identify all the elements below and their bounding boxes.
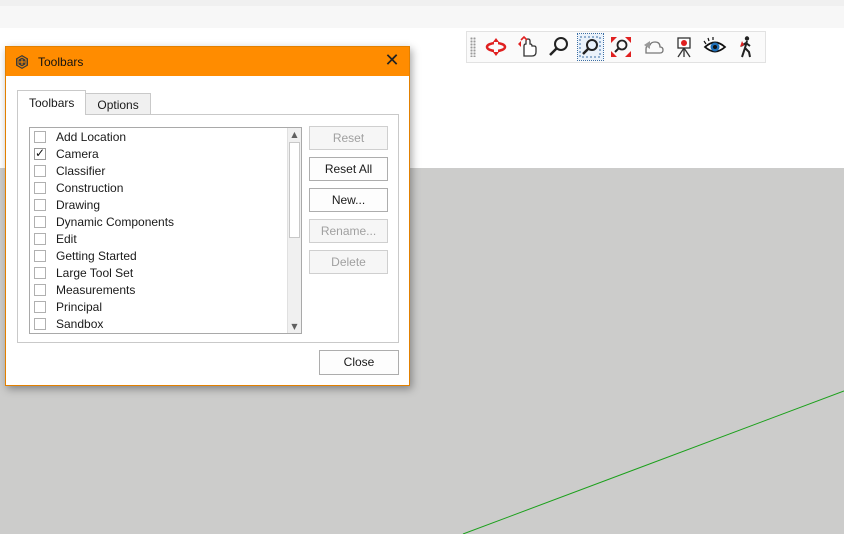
camera-toolbar: [466, 31, 766, 63]
list-item[interactable]: ✓ Camera: [30, 145, 301, 162]
new-toolbar-button[interactable]: New...: [309, 188, 388, 212]
list-item[interactable]: Measurements: [30, 281, 301, 298]
toolbar-checkbox[interactable]: [34, 300, 46, 313]
list-item-label: Dynamic Components: [56, 214, 175, 229]
orbit-icon: [486, 38, 507, 56]
list-item-label: Construction: [56, 180, 124, 195]
previous-view-button[interactable]: [640, 34, 665, 60]
zoom-icon: [549, 37, 568, 56]
list-item-label: Large Tool Set: [56, 265, 134, 280]
toolbar-grip[interactable]: [470, 37, 476, 57]
pan-icon: [517, 35, 537, 57]
list-item-label: Measurements: [56, 282, 136, 297]
list-item[interactable]: Sandbox: [30, 315, 301, 332]
toolbar-listbox[interactable]: Add Location ✓ Camera Classifier Constructio…: [29, 127, 302, 334]
list-item[interactable]: Construction: [30, 179, 301, 196]
scroll-down-arrow-icon[interactable]: ▼: [288, 320, 301, 333]
toolbar-checkbox[interactable]: ✓: [34, 145, 46, 160]
toolbar-checkbox[interactable]: [34, 317, 46, 330]
list-item[interactable]: Dynamic Components: [30, 213, 301, 230]
close-icon[interactable]: ✕: [382, 52, 402, 72]
look-around-icon: [703, 37, 727, 53]
toolbar-checkbox[interactable]: [34, 181, 46, 194]
dialog-tabs: Toolbars Options: [17, 90, 151, 115]
list-item-label: Principal: [56, 299, 103, 314]
tab-toolbars[interactable]: Toolbars: [17, 90, 87, 115]
list-scrollbar[interactable]: ▲ ▼: [287, 128, 301, 333]
list-item-label: Sandbox: [56, 316, 104, 331]
list-item-label: Classifier: [56, 163, 106, 178]
close-button[interactable]: Close: [319, 350, 399, 375]
previous-view-icon: [643, 41, 664, 54]
list-item[interactable]: Large Tool Set: [30, 264, 301, 281]
zoom-window-icon: [579, 36, 601, 58]
scroll-up-arrow-icon[interactable]: ▲: [288, 128, 301, 141]
toolbar-checkbox[interactable]: [34, 164, 46, 177]
list-item[interactable]: Drawing: [30, 196, 301, 213]
toolbar-list: Add Location ✓ Camera Classifier Constructio…: [30, 128, 301, 332]
reset-button[interactable]: Reset: [309, 126, 388, 150]
walk-button[interactable]: [734, 34, 759, 60]
position-camera-button[interactable]: [671, 34, 696, 60]
orbit-button[interactable]: [484, 34, 509, 60]
toolbar-checkbox[interactable]: [34, 266, 46, 279]
pan-button[interactable]: [515, 34, 540, 60]
toolbars-dialog: Toolbars ✕ Toolbars Options Add Location…: [5, 46, 410, 386]
dialog-title-bar[interactable]: Toolbars ✕: [6, 47, 409, 76]
position-camera-icon: [677, 37, 691, 58]
list-item-label: Add Location: [56, 129, 127, 144]
toolbar-checkbox[interactable]: [34, 198, 46, 211]
zoom-extents-button[interactable]: [609, 34, 634, 60]
delete-button[interactable]: Delete: [309, 250, 388, 274]
zoom-button[interactable]: [546, 34, 571, 60]
list-item[interactable]: Add Location: [30, 128, 301, 145]
toolbar-checkbox[interactable]: [34, 283, 46, 296]
check-mark-icon: ✓: [35, 145, 46, 160]
sketchup-app-icon: [16, 54, 28, 69]
dialog-title: Toolbars: [38, 54, 84, 69]
tab-options[interactable]: Options: [85, 93, 151, 115]
walk-icon: [740, 36, 752, 58]
toolbar-checkbox[interactable]: [34, 249, 46, 262]
toolbar-checkbox[interactable]: [34, 215, 46, 228]
list-item[interactable]: Getting Started: [30, 247, 301, 264]
toolbars-tab-panel: Add Location ✓ Camera Classifier Constructio…: [17, 114, 399, 343]
zoom-extents-icon: [611, 37, 632, 57]
zoom-window-button[interactable]: [576, 33, 604, 61]
list-item[interactable]: Classifier: [30, 162, 301, 179]
toolbar-checkbox[interactable]: [34, 232, 46, 245]
list-item[interactable]: Principal: [30, 298, 301, 315]
scrollbar-thumb[interactable]: [289, 142, 300, 238]
list-item-label: Drawing: [56, 197, 101, 212]
list-item-label: Getting Started: [56, 248, 137, 263]
toolbar-checkbox[interactable]: [34, 130, 46, 143]
look-around-button[interactable]: [702, 34, 727, 60]
list-item-label: Edit: [56, 231, 77, 246]
rename-button[interactable]: Rename...: [309, 219, 388, 243]
list-item[interactable]: Edit: [30, 230, 301, 247]
list-item-label: Camera: [56, 146, 99, 161]
reset-all-button[interactable]: Reset All: [309, 157, 388, 181]
